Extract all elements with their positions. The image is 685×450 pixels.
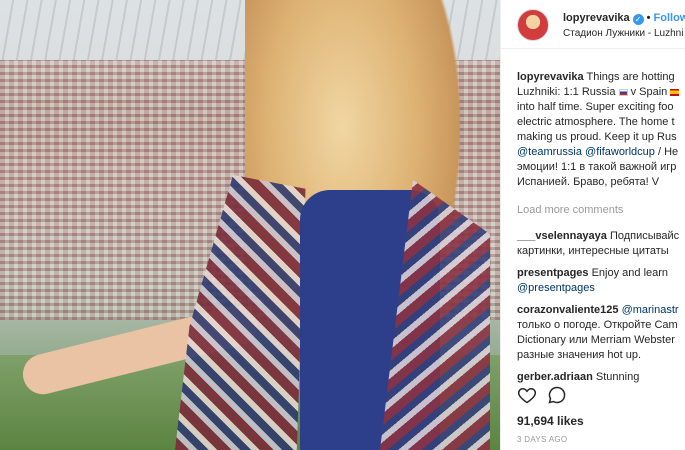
spain-flag-icon [670, 89, 680, 96]
caption-line: into half time. Super exciting foo [517, 101, 674, 113]
header-username[interactable]: lopyrevavika [563, 12, 630, 24]
post-actions [517, 383, 577, 407]
caption: lopyrevavika Things are hotting Luzhniki… [517, 70, 685, 190]
comment-text: разные значения hot up. [517, 349, 642, 361]
comment-item: presentpages Enjoy and learn @presentpag… [517, 266, 685, 296]
caption-line: electric atmosphere. The home t [517, 116, 675, 128]
caption-line: Испанией. Браво, ребята! V [517, 176, 660, 188]
location-link[interactable]: Стадион Лужники - Luzhni [563, 28, 683, 39]
comment-item: corazonvaliente125 @marinastr только о п… [517, 303, 685, 363]
post-photo[interactable] [0, 0, 500, 450]
caption-line: Things are hotting [586, 71, 675, 83]
comments-section: lopyrevavika Things are hotting Luzhniki… [517, 70, 685, 392]
comment-item: ___vselennayaya Подписывайс картинки, ин… [517, 229, 685, 259]
caption-line: making us proud. Keep it up Rus [517, 131, 677, 143]
comment-username[interactable]: gerber.adriaan [517, 371, 593, 383]
caption-line: эмоции! 1:1 в такой важной игр [517, 161, 677, 173]
comment-username[interactable]: ___vselennayaya [517, 230, 607, 242]
comment-username[interactable]: corazonvaliente125 [517, 304, 619, 316]
caption-line: Luzhniki: 1:1 Russia [517, 86, 616, 98]
avatar[interactable] [517, 9, 549, 41]
comment-mention[interactable]: @marinastr [622, 304, 679, 316]
comment-text: Подписывайс [609, 230, 680, 242]
post-timestamp: 3 DAYS AGO [517, 435, 568, 444]
russia-flag-icon [618, 89, 628, 96]
caption-line: / He [657, 146, 679, 158]
caption-username[interactable]: lopyrevavika [517, 71, 584, 83]
post-header: lopyrevavika ✓ • Follow Стадион Лужники - L… [501, 0, 685, 49]
caption-tag-teamrussia[interactable]: @teamrussia [517, 146, 582, 158]
comment-text: Stunning [595, 371, 640, 383]
comment-bubble-icon[interactable] [547, 385, 567, 405]
verified-badge-icon: ✓ [632, 14, 644, 25]
caption-tag-fifaworldcup[interactable]: @fifaworldcup [585, 146, 655, 158]
separator-dot: • [646, 12, 651, 24]
heart-icon[interactable] [517, 385, 537, 405]
comment-text: Enjoy and learn [591, 267, 669, 279]
follow-button[interactable]: Follow [654, 12, 685, 24]
comment-text: картинки, интересные цитаты [517, 245, 669, 257]
likes-count[interactable]: 91,694 likes [517, 414, 584, 428]
comment-text: только о погоде. Откройте Cam [517, 319, 678, 331]
caption-line: v Spain [630, 86, 668, 98]
comment-username[interactable]: presentpages [517, 267, 589, 279]
load-more-comments-button[interactable]: Load more comments [517, 203, 685, 218]
comment-text: Dictionary или Merriam Webster [517, 334, 675, 346]
post-sidebar: lopyrevavika ✓ • Follow Стадион Лужники - L… [500, 0, 685, 450]
header-user-row: lopyrevavika ✓ • Follow [563, 12, 685, 25]
comment-mention[interactable]: @presentpages [517, 281, 685, 296]
